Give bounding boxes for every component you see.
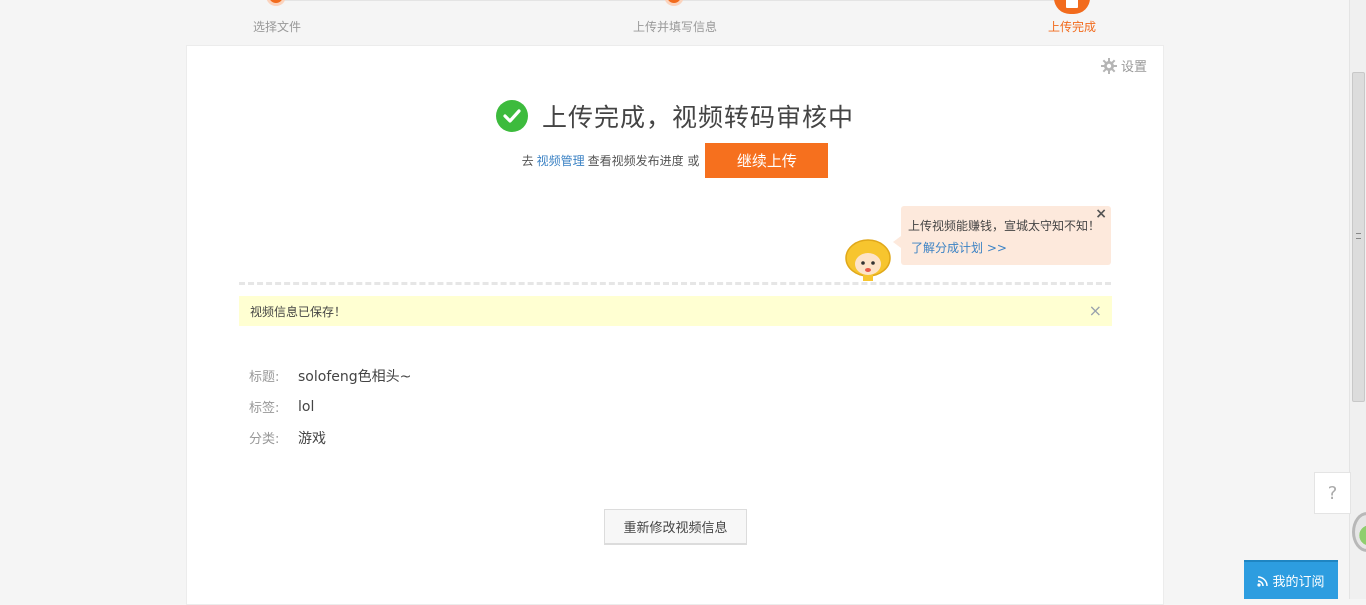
step-label-select-file: 选择文件 [252,20,302,34]
dashed-divider [239,282,1111,285]
grip-icon [1356,233,1361,239]
next-action-line: 去 视频管理 查看视频发布进度 或 继续上传 [187,143,1163,178]
help-button[interactable]: ? [1314,472,1351,514]
step-dot-select-file [266,0,286,6]
settings-label: 设置 [1120,60,1147,75]
tip-message: 上传视频能赚钱，宣城太守知不知！ [908,219,1101,233]
continue-upload-button[interactable]: 继续上传 [705,143,829,178]
info-value: solofeng色相头~ [298,368,412,385]
page-title: 上传完成，视频转码审核中 [541,103,854,132]
video-manage-link[interactable]: 视频管理 [537,152,585,169]
goto-prefix: 去 [521,154,534,168]
upload-result-card: 设置 上传完成，视频转码审核中 去 视频管理 查看视频发布进度 或 继续上传 上… [186,45,1164,605]
step-label-complete: 上传完成 [1047,20,1097,34]
info-row-category: 分类: 游戏 [249,422,411,453]
video-info-list: 标题: solofeng色相头~ 标签: lol 分类: 游戏 [249,360,411,453]
upload-status-heading: 上传完成，视频转码审核中 [187,98,1163,134]
info-row-tags: 标签: lol [249,391,411,422]
info-key: 分类: [249,432,280,447]
step-dot-complete [1054,0,1090,14]
gear-icon [1100,57,1117,74]
upload-progress-steps: 选择文件 上传并填写信息 上传完成 [0,0,1350,44]
step-label-fill-info: 上传并填写信息 [632,20,718,34]
check-circle-icon [495,100,528,132]
tip-close-icon[interactable]: × [1095,206,1107,222]
mascot-icon [845,239,891,281]
info-key: 标题: [249,370,280,385]
info-value: 游戏 [298,430,326,447]
page-scrollbar[interactable] [1349,0,1366,599]
saved-notice: 视频信息已保存！ × [239,296,1112,326]
rss-icon [1257,575,1269,587]
info-value: lol [298,398,315,415]
notice-close-icon[interactable]: × [1089,301,1102,320]
saved-notice-text: 视频信息已保存！ [250,304,347,319]
document-icon [1066,0,1078,8]
info-key: 标签: [249,401,280,416]
earn-money-tip: 上传视频能赚钱，宣城太守知不知！ 了解分成计划 >> × [893,206,1111,265]
info-row-title: 标题: solofeng色相头~ [249,360,411,391]
step-dot-fill-info [664,0,684,6]
subscribe-label: 我的订阅 [1272,575,1325,590]
scrollbar-thumb[interactable] [1352,72,1365,402]
revenue-plan-link[interactable]: 了解分成计划 >> [911,239,1007,256]
edit-video-info-button[interactable]: 重新修改视频信息 [604,509,747,545]
my-subscriptions-button[interactable]: 我的订阅 [1244,560,1338,599]
settings-button[interactable]: 设置 [1100,56,1147,75]
goto-suffix: 查看视频发布进度 或 [587,154,700,168]
